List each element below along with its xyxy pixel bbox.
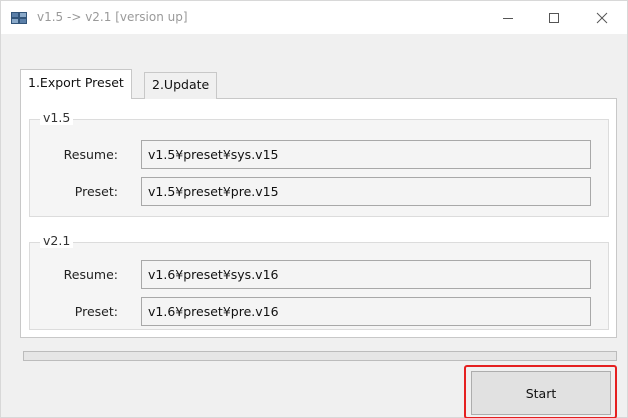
app-window-icon <box>11 11 27 25</box>
minimize-icon <box>503 17 513 19</box>
group-v21: v2.1 Resume: v1.6¥preset¥sys.v16 Preset:… <box>29 233 609 330</box>
close-button[interactable] <box>579 1 625 34</box>
export-preset-panel: v1.5 Resume: v1.5¥preset¥sys.v15 Preset:… <box>20 98 617 338</box>
v15-resume-field[interactable]: v1.5¥preset¥sys.v15 <box>141 140 591 169</box>
v21-resume-field[interactable]: v1.6¥preset¥sys.v16 <box>141 260 591 289</box>
v15-preset-field[interactable]: v1.5¥preset¥pre.v15 <box>141 177 591 206</box>
v21-preset-field[interactable]: v1.6¥preset¥pre.v16 <box>141 297 591 326</box>
tab-export-preset[interactable]: 1.Export Preset <box>20 69 132 99</box>
v15-preset-label: Preset: <box>74 184 118 199</box>
maximize-icon <box>549 12 559 23</box>
tab-update[interactable]: 2.Update <box>144 72 218 99</box>
maximize-button[interactable] <box>531 1 577 34</box>
start-button[interactable]: Start <box>471 371 611 415</box>
group-v21-legend: v2.1 <box>40 233 74 248</box>
app-window: v1.5 -> v2.1 [version up] 1.Export Prese… <box>0 0 628 418</box>
group-v15-legend: v1.5 <box>40 110 74 125</box>
close-icon <box>596 12 608 23</box>
window-title: v1.5 -> v2.1 [version up] <box>37 10 188 24</box>
v15-resume-label: Resume: <box>63 147 118 162</box>
v21-preset-label: Preset: <box>74 304 118 319</box>
minimize-button[interactable] <box>485 1 531 34</box>
title-bar[interactable]: v1.5 -> v2.1 [version up] <box>1 1 627 34</box>
progress-bar <box>23 351 617 361</box>
v21-resume-label: Resume: <box>63 267 118 282</box>
group-v15: v1.5 Resume: v1.5¥preset¥sys.v15 Preset:… <box>29 110 609 217</box>
